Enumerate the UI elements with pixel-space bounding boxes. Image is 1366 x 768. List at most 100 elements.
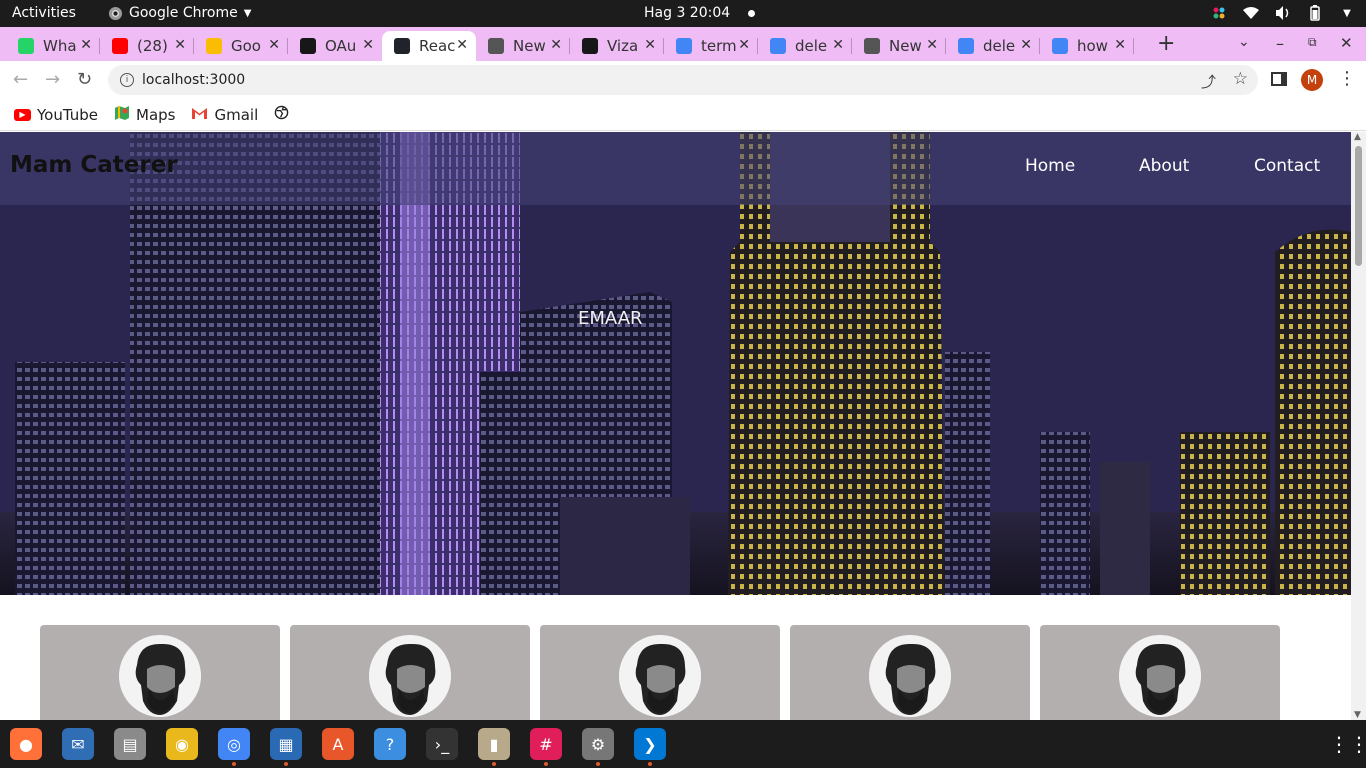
browser-tab[interactable]: dele ✕ <box>758 31 852 61</box>
url-text[interactable]: localhost:3000 <box>142 72 245 88</box>
wifi-icon[interactable] <box>1242 4 1260 22</box>
browser-tab[interactable]: term ✕ <box>664 31 758 61</box>
bookmark-maps[interactable]: Maps <box>114 105 175 125</box>
power-menu-icon[interactable]: ▼ <box>1338 4 1356 22</box>
app-menu[interactable]: Google Chrome ▼ <box>108 5 251 21</box>
close-tab-icon[interactable]: ✕ <box>644 37 656 53</box>
tab-title: New <box>513 37 546 55</box>
nav-link-home[interactable]: Home <box>1025 156 1075 176</box>
profile-card[interactable] <box>790 625 1030 720</box>
site-brand[interactable]: Mam Caterer <box>10 152 178 178</box>
close-tab-icon[interactable]: ✕ <box>926 37 938 53</box>
browser-tab[interactable]: Goo ✕ <box>194 31 288 61</box>
profile-card[interactable] <box>540 625 780 720</box>
battery-icon[interactable] <box>1306 4 1324 22</box>
settings-icon[interactable]: ⚙ <box>582 728 614 766</box>
site-info-icon[interactable]: i <box>120 73 134 87</box>
nav-link-about[interactable]: About <box>1139 156 1189 176</box>
show-apps-icon[interactable]: ⋮⋮⋮ <box>1329 732 1366 756</box>
thunderbird-icon[interactable]: ✉ <box>62 728 94 760</box>
bookmark-label: Maps <box>136 105 176 124</box>
browser-tab[interactable]: how ✕ <box>1040 31 1134 61</box>
browser-tab[interactable]: OAu ✕ <box>288 31 382 61</box>
volume-icon[interactable] <box>1274 4 1292 22</box>
maps-icon <box>114 105 130 125</box>
close-tab-icon[interactable]: ✕ <box>80 37 92 53</box>
google-icon <box>1052 38 1068 54</box>
nav-link-contact[interactable]: Contact <box>1254 156 1320 176</box>
tab-title: Wha <box>43 37 77 55</box>
chrome-menu-icon[interactable]: ⋮ <box>1338 68 1356 89</box>
software-icon[interactable]: A <box>322 728 354 760</box>
slack-icon[interactable]: # <box>530 728 562 766</box>
side-panel-icon[interactable] <box>1271 72 1287 86</box>
close-tab-icon[interactable]: ✕ <box>174 37 186 53</box>
close-tab-icon[interactable]: ✕ <box>456 37 468 53</box>
google-icon <box>958 38 974 54</box>
page-scrollbar[interactable]: ▲ ▼ <box>1351 132 1366 720</box>
tab-title: dele <box>983 37 1016 55</box>
scroll-down-arrow-icon[interactable]: ▼ <box>1354 710 1361 720</box>
bookmark-youtube[interactable]: ▶ YouTube <box>14 106 98 124</box>
rhythmbox-icon[interactable]: ◉ <box>166 728 198 760</box>
globe-icon <box>274 105 289 124</box>
close-tab-icon[interactable]: ✕ <box>832 37 844 53</box>
whatsapp-icon <box>18 38 34 54</box>
chrome-icon <box>108 6 123 20</box>
archive-icon[interactable]: ▮ <box>478 728 510 766</box>
tab-title: (28) <box>137 37 168 55</box>
notification-dot-icon <box>748 9 756 17</box>
scrollbar-thumb[interactable] <box>1355 146 1362 266</box>
browser-tab[interactable]: Reac ✕ <box>382 31 476 61</box>
bookmark-web[interactable] <box>274 105 289 124</box>
terminal-icon[interactable]: ›_ <box>426 728 458 760</box>
reload-button[interactable]: ↻ <box>77 69 92 90</box>
firefox-icon[interactable]: ● <box>10 728 42 760</box>
share-icon[interactable]: ⤴ <box>1201 71 1216 92</box>
system-tray[interactable]: ▼ <box>1210 4 1356 22</box>
address-bar[interactable]: i localhost:3000 ⤴ ☆ <box>108 65 1258 95</box>
files-icon[interactable]: ▤ <box>114 728 146 760</box>
writer-icon[interactable]: ▦ <box>270 728 302 766</box>
back-button[interactable]: ← <box>13 69 28 90</box>
close-tab-icon[interactable]: ✕ <box>362 37 374 53</box>
forward-button[interactable]: → <box>45 69 60 90</box>
close-tab-icon[interactable]: ✕ <box>550 37 562 53</box>
restore-button[interactable]: ⧉ <box>1308 35 1317 50</box>
browser-tab[interactable]: dele ✕ <box>946 31 1040 61</box>
tab-title: New <box>889 37 922 55</box>
browser-tab[interactable]: New ✕ <box>476 31 570 61</box>
vscode-icon[interactable]: ❯ <box>634 728 666 766</box>
scroll-up-arrow-icon[interactable]: ▲ <box>1354 132 1361 142</box>
youtube-icon: ▶ <box>14 108 31 121</box>
browser-tab[interactable]: Viza ✕ <box>570 31 664 61</box>
minimize-button[interactable]: – <box>1276 34 1284 53</box>
browser-tab[interactable]: (28) ✕ <box>100 31 194 61</box>
activities-button[interactable]: Activities <box>12 5 76 21</box>
gmail-icon <box>191 106 208 124</box>
new-tab-button[interactable]: + <box>1157 31 1175 56</box>
bookmark-star-icon[interactable]: ☆ <box>1233 69 1248 89</box>
browser-tab[interactable]: Wha ✕ <box>6 31 100 61</box>
chrome-icon[interactable]: ◎ <box>218 728 250 766</box>
tab-title: Reac <box>419 37 456 55</box>
close-tab-icon[interactable]: ✕ <box>268 37 280 53</box>
browser-tab[interactable]: New ✕ <box>852 31 946 61</box>
slack-tray-icon[interactable] <box>1210 4 1228 22</box>
profile-avatar[interactable]: M <box>1301 69 1323 91</box>
clock[interactable]: Hag 3 20:04 <box>644 5 756 21</box>
close-tab-icon[interactable]: ✕ <box>1114 37 1126 53</box>
youtube-icon <box>112 38 128 54</box>
close-tab-icon[interactable]: ✕ <box>1020 37 1032 53</box>
close-window-button[interactable]: ✕ <box>1340 34 1353 52</box>
close-tab-icon[interactable]: ✕ <box>738 37 750 53</box>
bookmark-gmail[interactable]: Gmail <box>191 106 258 124</box>
tab-title: Goo <box>231 37 261 55</box>
tab-search-icon[interactable]: ⌄ <box>1238 34 1250 50</box>
profile-card[interactable] <box>40 625 280 720</box>
bookmark-label: YouTube <box>37 105 98 124</box>
profile-card[interactable] <box>1040 625 1280 720</box>
page-viewport: EMAAR Mam Caterer Home About Contact <box>0 132 1351 720</box>
help-icon[interactable]: ? <box>374 728 406 760</box>
profile-card[interactable] <box>290 625 530 720</box>
